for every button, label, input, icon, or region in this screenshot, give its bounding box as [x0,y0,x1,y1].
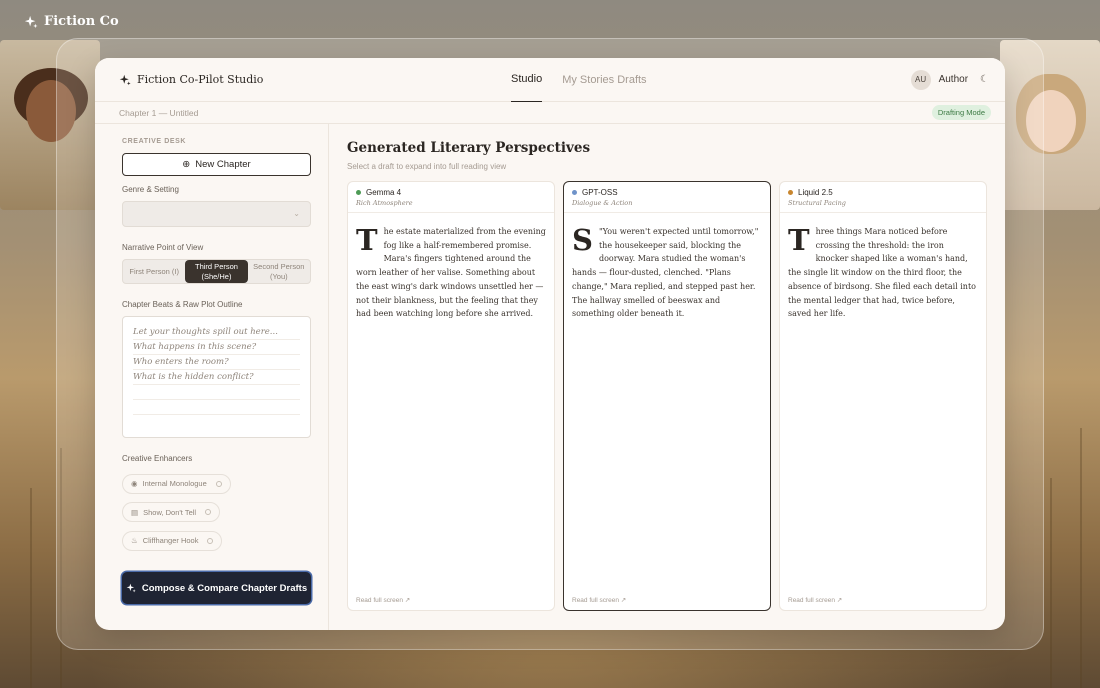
drop-cap: T [788,223,810,257]
draft-paragraph: he estate materialized from the evening … [356,227,546,319]
genre-select[interactable]: ⌄ [122,201,311,227]
sparkle-icon [126,583,136,593]
card-header: Gemma 4 Rich Atmosphere [348,182,554,213]
outline-line [133,385,300,400]
genre-label: Genre & Setting [122,185,179,194]
page-subtitle: Select a draft to expand into full readi… [347,162,507,171]
sparkle-icon [24,15,38,28]
model-name: Gemma 4 [366,188,402,197]
eye-icon: ◉ [131,479,138,488]
draft-cards: Gemma 4 Rich Atmosphere T he estate mate… [347,181,987,611]
model-style: Dialogue & Action [572,199,633,207]
film-icon: ▤ [131,507,139,517]
outline-label: Chapter Beats & Raw Plot Outline [122,300,243,309]
main-nav: Studio My Stories Drafts [511,58,647,102]
logo-text: Fiction Co-Pilot Studio [137,73,264,86]
draft-paragraph: "You weren't expected until tomorrow," t… [572,227,759,319]
pov-option-second-person[interactable]: Second Person (You) [248,260,310,283]
enhancer-label: Show, Don't Tell [143,507,197,517]
drop-cap: S [572,223,593,257]
sidebar: CREATIVE DESK ⊕ New Chapter Genre & Sett… [95,124,329,630]
model-name: GPT-OSS [582,188,618,197]
outline-line: Let your thoughts spill out here... [133,325,300,340]
breadcrumb-bar: Chapter 1 — Untitled Drafting Mode [95,102,1005,124]
read-full-screen-link[interactable]: Read full screen ↗ [788,596,842,604]
status-badge: Drafting Mode [931,105,991,120]
enhancer-list: ◉ Internal Monologue ▤ Show, Don't Tell … [122,473,310,559]
user-menu[interactable]: AU Author ☾ [910,69,989,90]
enhancer-label: Cliffhanger Hook [142,536,199,545]
draft-card-liquid[interactable]: Liquid 2.5 Structural Pacing T hree thin… [779,181,987,611]
pov-option-second-person-label: Second Person (You) [253,261,305,281]
main-panel: Generated Literary Perspectives Select a… [329,124,1005,630]
top-bar: Fiction Co-Pilot Studio Studio My Storie… [95,58,1005,102]
tab-studio[interactable]: Studio [511,58,543,102]
enhancers-label: Creative Enhancers [122,454,193,463]
model-style: Rich Atmosphere [356,199,413,207]
pov-option-first-person[interactable]: First Person (I) [123,260,185,283]
draft-text: S "You weren't expected until tomorrow,"… [564,213,770,321]
user-name: Author [938,74,969,85]
toggle-indicator [207,537,214,544]
card-header: GPT-OSS Dialogue & Action [564,182,770,213]
enhancer-show-dont-tell[interactable]: ▤ Show, Don't Tell [122,502,221,522]
app-brand-label: Fiction Co [44,14,119,29]
toggle-indicator [205,509,212,515]
read-full-screen-link[interactable]: Read full screen ↗ [356,596,410,604]
compose-label: Compose & Compare Chapter Drafts [141,582,308,594]
drop-cap: T [356,223,378,257]
draft-paragraph: hree things Mara noticed before crossing… [788,227,976,319]
logo[interactable]: Fiction Co-Pilot Studio [119,73,449,86]
compose-button[interactable]: Compose & Compare Chapter Drafts [122,572,311,604]
outline-line [133,400,300,415]
studio-window: Fiction Co-Pilot Studio Studio My Storie… [95,58,1005,630]
enhancer-label: Internal Monologue [142,479,207,488]
outline-line: Who enters the room? [133,355,300,370]
pov-segmented-control: First Person (I) Third Person (She/He) S… [122,259,311,284]
model-status-dot [788,190,793,195]
enhancer-cliffhanger-hook[interactable]: ♨ Cliffhanger Hook [122,530,223,551]
sparkle-icon [119,74,131,85]
sidebar-section-title: CREATIVE DESK [122,138,187,145]
draft-card-gpt-oss[interactable]: GPT-OSS Dialogue & Action S "You weren't… [563,181,771,611]
outline-line: What happens in this scene? [133,340,300,355]
model-status-dot [572,190,577,195]
pov-option-third-person-label: Third Person (She/He) [195,261,238,281]
model-status-dot [356,190,361,195]
outline-line: What is the hidden conflict? [133,370,300,385]
draft-card-gemma[interactable]: Gemma 4 Rich Atmosphere T he estate mate… [347,181,555,611]
toggle-indicator [215,480,222,487]
draft-text: T hree things Mara noticed before crossi… [780,213,986,321]
page-title: Generated Literary Perspectives [347,140,591,156]
flame-icon: ♨ [131,536,138,545]
chevron-down-icon: ⌄ [293,209,300,218]
draft-text: T he estate materialized from the evenin… [348,213,554,321]
model-name: Liquid 2.5 [798,188,833,197]
pov-option-third-person[interactable]: Third Person (She/He) [185,260,248,283]
enhancer-internal-monologue[interactable]: ◉ Internal Monologue [122,473,231,494]
new-chapter-button[interactable]: ⊕ New Chapter [122,153,311,176]
model-style: Structural Pacing [788,199,846,207]
moon-icon[interactable]: ☾ [980,74,989,85]
card-header: Liquid 2.5 Structural Pacing [780,182,986,213]
pov-label: Narrative Point of View [122,243,204,252]
breadcrumb: Chapter 1 — Untitled [119,107,199,118]
new-chapter-label: New Chapter [195,159,251,170]
tab-my-stories-drafts[interactable]: My Stories Drafts [562,58,646,102]
avatar[interactable]: AU [910,69,931,90]
outline-textarea[interactable]: Let your thoughts spill out here... What… [122,316,311,438]
plus-circle-icon: ⊕ [182,159,191,170]
read-full-screen-link[interactable]: Read full screen ↗ [572,596,626,604]
app-brand: Fiction Co [24,14,119,29]
